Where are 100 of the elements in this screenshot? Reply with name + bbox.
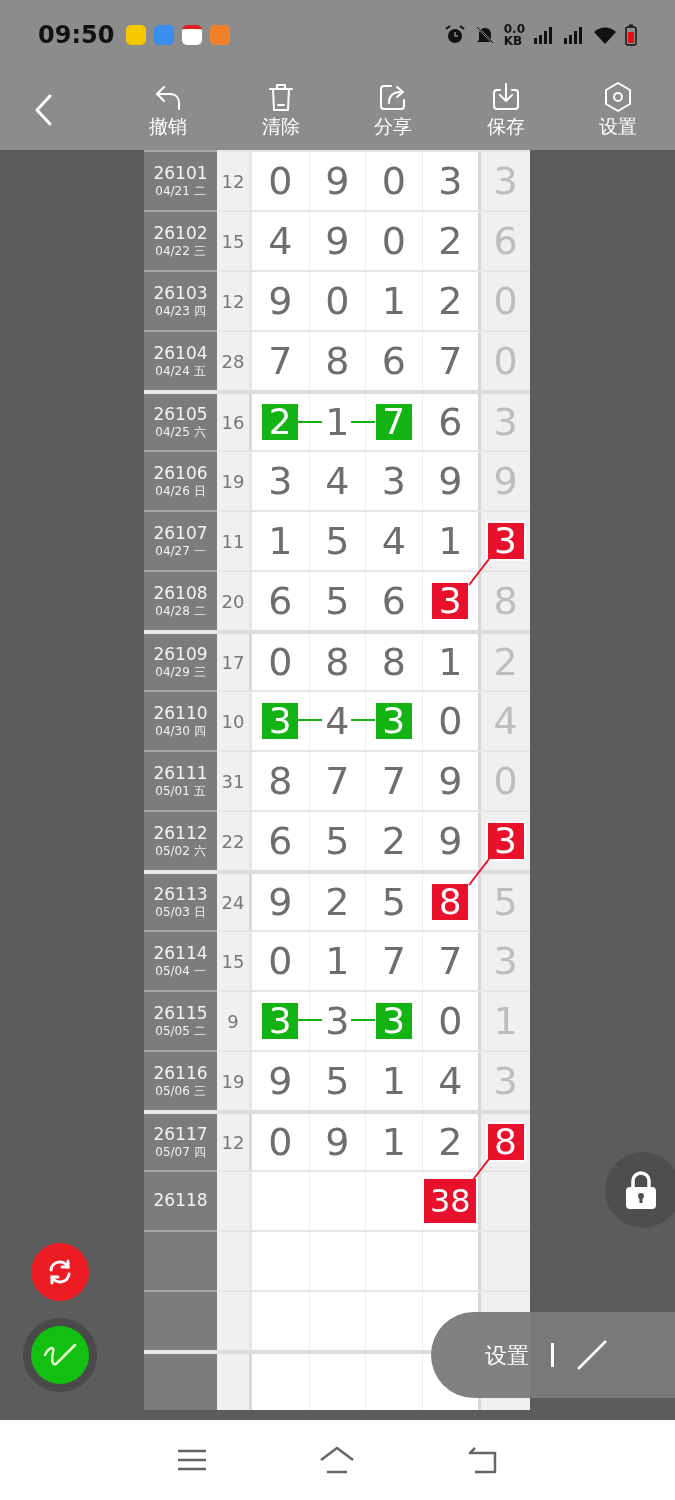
table-cell: 9 [252, 874, 309, 930]
back-icon[interactable] [466, 1446, 499, 1474]
table-cell: 5 [365, 874, 422, 930]
issue-number: 26106 [153, 462, 208, 485]
table-cell: 7 [252, 332, 309, 390]
table-cell: 4 [365, 512, 422, 570]
issue-number: 26118 [153, 1190, 208, 1212]
highlight-box: 2 [262, 404, 299, 440]
highlight-box: 3 [262, 703, 299, 739]
table-cell [252, 1232, 309, 1290]
table-cell: 9 [421, 812, 478, 870]
table-cell: 8 [308, 634, 365, 690]
draw-date: 05/06 三 [155, 1084, 206, 1100]
table-cell: 6 [365, 332, 422, 390]
refresh-button[interactable] [31, 1243, 89, 1301]
sum-cell: 22 [217, 810, 252, 870]
table-cell: 5 [308, 572, 365, 630]
draw-date: 04/21 二 [155, 184, 206, 200]
sum-cell: 16 [217, 390, 252, 450]
sum-cell: 15 [217, 930, 252, 990]
table-cell [252, 1292, 309, 1350]
sum-cell: 19 [217, 450, 252, 510]
draw-date: 04/23 四 [155, 304, 206, 320]
highlight-box: 8 [487, 1124, 524, 1160]
table-cell: 1 [365, 272, 422, 330]
issue-number: 26110 [153, 702, 208, 725]
draw-date: 04/30 四 [155, 724, 206, 740]
table-cell: 4 [308, 692, 365, 750]
table-cell: 6 [421, 394, 478, 450]
sum-cell: 31 [217, 750, 252, 810]
table-cell: 1 [365, 1114, 422, 1170]
sum-cell: 12 [217, 150, 252, 210]
menu-settings-button[interactable]: 设置 [485, 1338, 529, 1372]
draw-date: 05/07 四 [155, 1145, 206, 1161]
table-cell: 9 [252, 272, 309, 330]
table-cell: 9 [421, 452, 478, 510]
issue-number: 26101 [153, 162, 208, 185]
toolbar-button[interactable]: 分享 [337, 70, 450, 150]
sum-cell: 17 [217, 630, 252, 690]
pen-stroke-icon [43, 1341, 77, 1369]
table-cell: 0 [252, 932, 309, 990]
draw-date: 04/22 三 [155, 244, 206, 260]
draw-date: 04/26 日 [155, 484, 206, 500]
table-cell: 4 [421, 1052, 478, 1110]
table-cell: 9 [252, 1052, 309, 1110]
sum-cell: 9 [217, 990, 252, 1050]
sum-cell: 11 [217, 510, 252, 570]
table-cell: 5 [308, 512, 365, 570]
issue-number: 26105 [153, 403, 208, 426]
draw-date: 05/05 二 [155, 1024, 206, 1040]
draw-date: 04/24 五 [155, 364, 206, 380]
table-cell: 0 [421, 692, 478, 750]
issue-number: 26114 [153, 942, 208, 965]
table-cell: 7 [365, 932, 422, 990]
sum-cell: 15 [217, 210, 252, 270]
table-cell: 0 [252, 152, 309, 210]
clock-time: 09:50 [38, 20, 115, 51]
divider-icon [551, 1343, 554, 1367]
battery-icon [625, 24, 637, 46]
lock-icon [624, 1170, 658, 1210]
sum-cell: 12 [217, 1110, 252, 1170]
table-cell: 2 [365, 812, 422, 870]
table-cell: 1 [252, 512, 309, 570]
app-icon [210, 25, 231, 45]
table-cell: 0 [308, 272, 365, 330]
issue-number: 26107 [153, 522, 208, 545]
issue-number: 26112 [153, 822, 208, 845]
draw-date: 05/01 五 [155, 784, 206, 800]
app-icon [154, 25, 175, 45]
toolbar-button[interactable]: 保存 [449, 70, 562, 150]
table-cell: 2 [421, 212, 478, 270]
menu-icon[interactable] [176, 1449, 207, 1471]
table-cell: 5 [308, 1052, 365, 1110]
toolbar-button[interactable]: 设置 [562, 70, 675, 150]
issue-number: 26108 [153, 582, 208, 605]
signal-icon [533, 26, 555, 44]
draw-date: 04/27 一 [155, 544, 206, 560]
highlight-box: 7 [375, 404, 412, 440]
highlight-box: 3 [375, 703, 412, 739]
table-cell: 6 [252, 812, 309, 870]
table-cell: 4 [308, 452, 365, 510]
highlight-box: 3 [262, 1003, 299, 1039]
draw-date: 05/02 六 [155, 844, 206, 860]
toolbar-button[interactable]: 清除 [224, 70, 337, 150]
issue-number: 26116 [153, 1062, 208, 1085]
table-cell: 0 [252, 1114, 309, 1170]
sum-cell: 12 [217, 270, 252, 330]
table-cell: 8 [308, 332, 365, 390]
sum-cell: 20 [217, 570, 252, 630]
sum-cell: 24 [217, 870, 252, 930]
highlight-box: 3 [432, 583, 469, 619]
highlight-box: 3 [487, 823, 524, 859]
network-speed: 0.0 [503, 23, 525, 35]
home-icon[interactable] [318, 1446, 355, 1474]
table-cell: 3 [308, 992, 365, 1050]
table-cell: 3 [421, 152, 478, 210]
sum-cell: 10 [217, 690, 252, 750]
toolbar-button[interactable]: 撤销 [112, 70, 225, 150]
table-cell: 9 [308, 1114, 365, 1170]
table-cell: 0 [365, 212, 422, 270]
